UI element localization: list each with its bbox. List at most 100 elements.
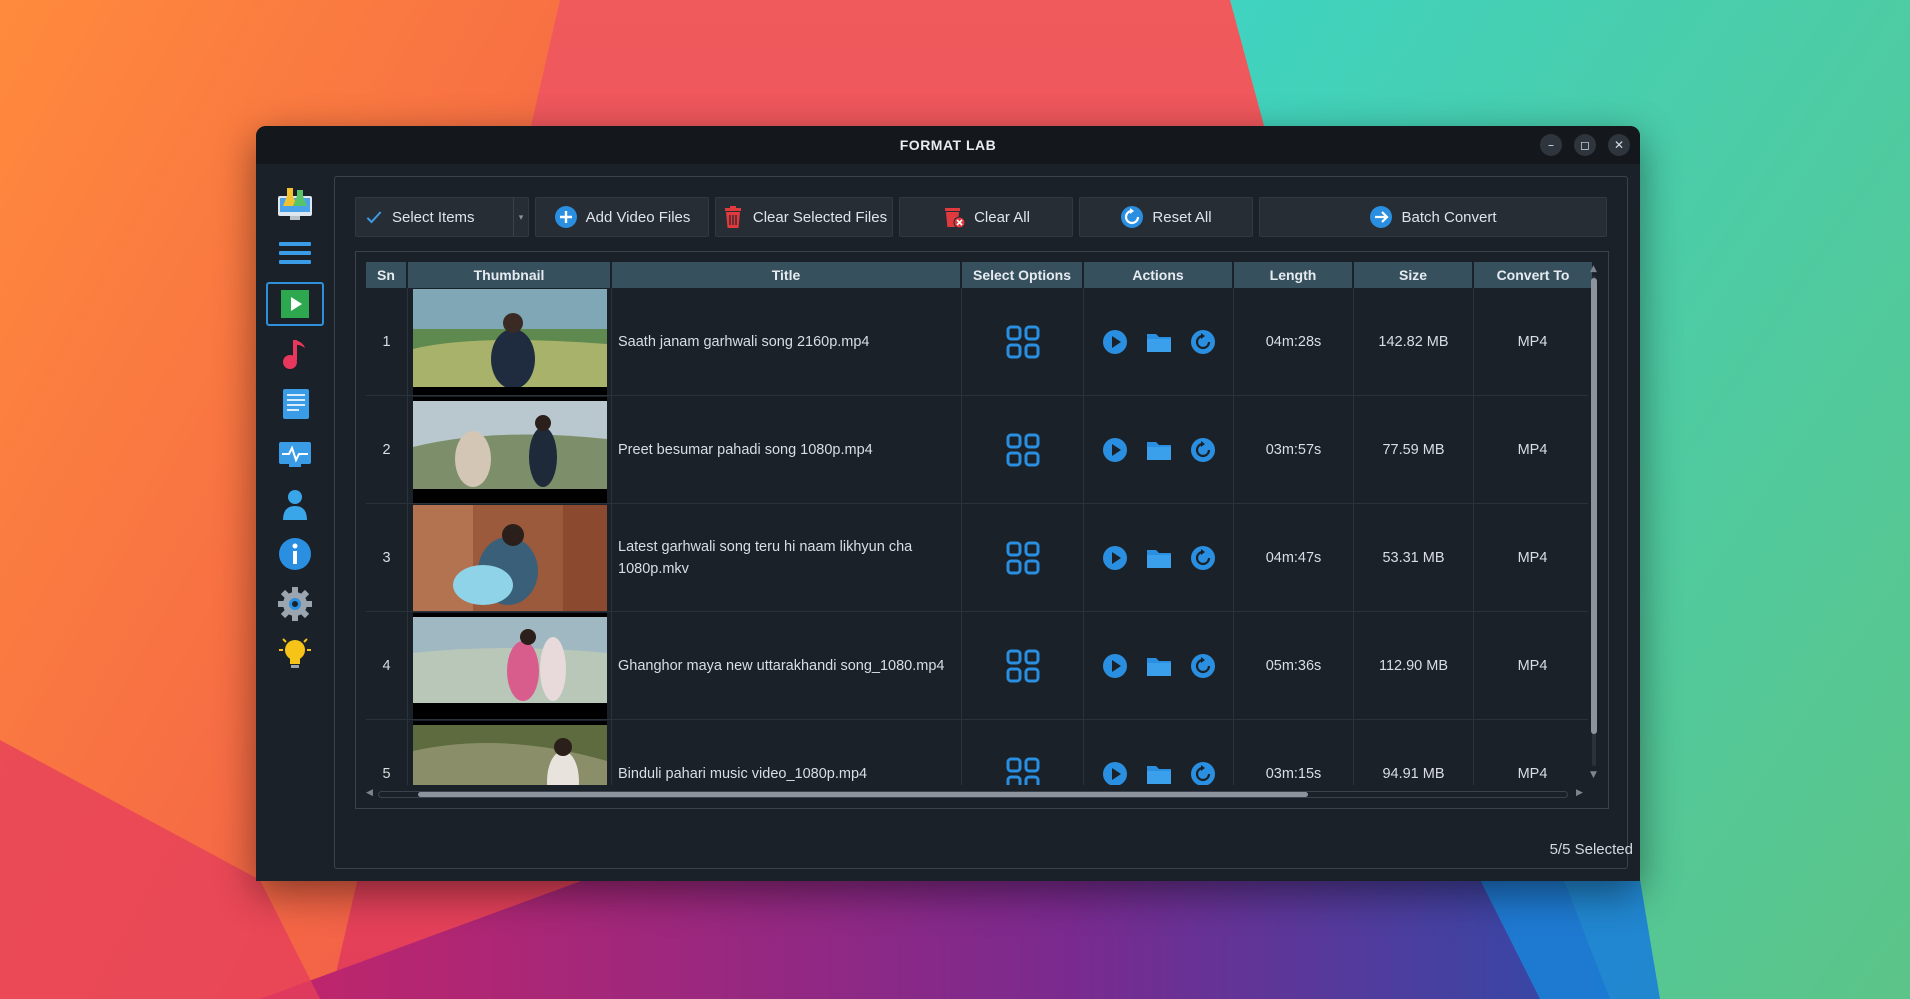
row-size: 53.31 MB	[1354, 504, 1474, 611]
sidebar-item-lab[interactable]	[266, 182, 324, 226]
table-row[interactable]: 5 Binduli pahari music video_1080p.mp4 0…	[366, 720, 1588, 785]
sidebar-item-document[interactable]	[266, 382, 324, 426]
convert-icon[interactable]	[1190, 329, 1216, 355]
selection-status: 5/5 Selected	[1549, 841, 1633, 858]
table-row[interactable]: 4 Ghanghor maya new uttarakhandi song_10…	[366, 612, 1588, 720]
scroll-down-icon[interactable]: ▼	[1590, 770, 1597, 780]
info-icon	[279, 538, 311, 570]
sidebar-item-video[interactable]	[266, 282, 324, 326]
toolbar: Select Items ▾ Add Video Files Clear Sel…	[355, 197, 1607, 237]
grid-options-icon	[1006, 325, 1039, 358]
sidebar-item-menu[interactable]	[266, 232, 324, 276]
select-items-dropdown[interactable]: Select Items ▾	[355, 197, 529, 237]
scroll-left-icon[interactable]: ◀	[366, 788, 373, 798]
row-convert-to[interactable]: MP4	[1474, 720, 1588, 785]
row-convert-to[interactable]: MP4	[1474, 288, 1588, 395]
clear-all-button[interactable]: Clear All	[899, 197, 1073, 237]
row-actions	[1084, 612, 1234, 719]
convert-icon[interactable]	[1190, 545, 1216, 571]
folder-icon[interactable]	[1146, 437, 1172, 463]
row-length: 05m:36s	[1234, 612, 1354, 719]
row-size: 112.90 MB	[1354, 612, 1474, 719]
add-circle-icon	[554, 206, 577, 228]
folder-icon[interactable]	[1146, 329, 1172, 355]
maximize-icon: ◻	[1580, 138, 1590, 152]
row-length: 04m:47s	[1234, 504, 1354, 611]
title-bar: FORMAT LAB – ◻ ✕	[256, 126, 1640, 164]
play-icon[interactable]	[1102, 545, 1128, 571]
folder-icon[interactable]	[1146, 653, 1172, 679]
select-options-button[interactable]	[962, 612, 1084, 719]
header-actions[interactable]: Actions	[1084, 262, 1234, 288]
table-row[interactable]: 2 Preet besumar pahadi song 1080p.mp4 03…	[366, 396, 1588, 504]
sidebar-item-tips[interactable]	[266, 632, 324, 676]
convert-icon[interactable]	[1190, 437, 1216, 463]
header-sn[interactable]: Sn	[366, 262, 408, 288]
table-header: Sn Thumbnail Title Select Options Action…	[366, 262, 1594, 288]
chevron-down-icon[interactable]: ▾	[513, 198, 528, 236]
sidebar-item-settings[interactable]	[266, 582, 324, 626]
row-length: 03m:15s	[1234, 720, 1354, 785]
convert-icon[interactable]	[1190, 761, 1216, 786]
folder-icon[interactable]	[1146, 761, 1172, 786]
row-sn: 1	[366, 288, 408, 395]
row-thumbnail	[408, 720, 612, 785]
sidebar-item-monitor[interactable]	[266, 432, 324, 476]
play-icon[interactable]	[1102, 653, 1128, 679]
header-title[interactable]: Title	[612, 262, 962, 288]
sidebar-item-info[interactable]	[266, 532, 324, 576]
video-play-icon	[281, 290, 309, 318]
horizontal-scroll-thumb[interactable]	[418, 792, 1308, 797]
reset-all-button[interactable]: Reset All	[1079, 197, 1253, 237]
row-sn: 3	[366, 504, 408, 611]
add-video-files-button[interactable]: Add Video Files	[535, 197, 709, 237]
music-note-icon	[283, 340, 305, 369]
select-options-button[interactable]	[962, 396, 1084, 503]
row-convert-to[interactable]: MP4	[1474, 504, 1588, 611]
folder-icon[interactable]	[1146, 545, 1172, 571]
header-size[interactable]: Size	[1354, 262, 1474, 288]
clear-all-label: Clear All	[974, 208, 1030, 226]
row-sn: 4	[366, 612, 408, 719]
maximize-button[interactable]: ◻	[1574, 134, 1596, 156]
row-thumbnail	[408, 288, 612, 395]
vertical-scroll-thumb[interactable]	[1591, 278, 1597, 734]
select-options-button[interactable]	[962, 288, 1084, 395]
table-row[interactable]: 1 Saath janam garhwali song 2160p.mp4 04…	[366, 288, 1588, 396]
sidebar-item-user[interactable]	[266, 482, 324, 526]
trash-x-icon	[945, 208, 966, 229]
play-icon[interactable]	[1102, 437, 1128, 463]
row-title: Saath janam garhwali song 2160p.mp4	[612, 288, 962, 395]
video-thumbnail	[412, 504, 607, 611]
header-convert-to[interactable]: Convert To	[1474, 262, 1594, 288]
select-options-button[interactable]	[962, 504, 1084, 611]
play-icon[interactable]	[1102, 761, 1128, 786]
header-select-options[interactable]: Select Options	[962, 262, 1084, 288]
grid-options-icon	[1006, 757, 1039, 785]
minimize-button[interactable]: –	[1540, 134, 1562, 156]
header-length[interactable]: Length	[1234, 262, 1354, 288]
convert-icon[interactable]	[1190, 653, 1216, 679]
header-thumbnail[interactable]: Thumbnail	[408, 262, 612, 288]
close-button[interactable]: ✕	[1608, 134, 1630, 156]
video-thumbnail	[412, 720, 607, 785]
close-icon: ✕	[1613, 138, 1625, 152]
monitor-pulse-icon	[279, 442, 311, 467]
clear-selected-files-button[interactable]: Clear Selected Files	[715, 197, 893, 237]
batch-convert-button[interactable]: Batch Convert	[1259, 197, 1607, 237]
row-convert-to[interactable]: MP4	[1474, 396, 1588, 503]
trash-icon	[724, 206, 741, 228]
row-title: Binduli pahari music video_1080p.mp4	[612, 720, 962, 785]
menu-icon	[279, 242, 311, 264]
select-options-button[interactable]	[962, 720, 1084, 785]
scroll-up-icon[interactable]: ▲	[1590, 264, 1597, 274]
vertical-scrollbar[interactable]: ▲ ▼	[1590, 264, 1598, 780]
settings-gear-icon	[278, 587, 312, 621]
row-convert-to[interactable]: MP4	[1474, 612, 1588, 719]
play-icon[interactable]	[1102, 329, 1128, 355]
sidebar-item-music[interactable]	[266, 332, 324, 376]
reset-all-label: Reset All	[1152, 208, 1212, 226]
horizontal-scrollbar[interactable]: ◀ ▶	[366, 788, 1592, 798]
scroll-right-icon[interactable]: ▶	[1576, 788, 1583, 798]
table-row[interactable]: 3 Latest garhwali song teru hi naam likh…	[366, 504, 1588, 612]
